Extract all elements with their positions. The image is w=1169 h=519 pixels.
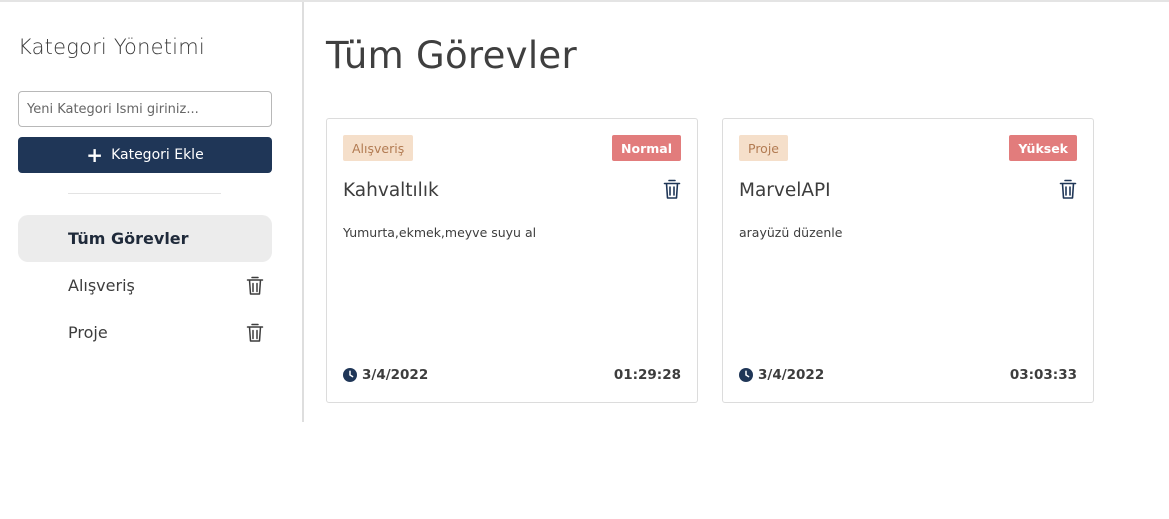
sidebar-item-all-tasks[interactable]: Tüm Görevler [18,215,272,262]
new-category-input[interactable] [18,91,272,127]
task-description: arayüzü düzenle [739,225,843,240]
task-card[interactable]: Alışveriş Normal Kahvaltılık Yumurta,ekm… [326,118,698,403]
plus-icon: + [86,143,104,167]
category-badge: Proje [739,135,788,161]
task-time: 01:29:28 [613,367,681,383]
task-title: MarvelAPI [739,180,831,201]
sidebar-title: Kategori Yönetimi [18,35,205,59]
task-date: 3/4/2022 [739,367,824,383]
task-time: 03:03:33 [1009,367,1077,383]
category-sidebar: Kategori Yönetimi + Kategori Ekle Tüm Gö… [0,2,304,422]
sidebar-item-project[interactable]: Proje [18,309,272,356]
trash-icon[interactable] [1059,179,1077,200]
add-category-label: Kategori Ekle [111,147,204,163]
task-date: 3/4/2022 [343,367,428,383]
task-date-text: 3/4/2022 [758,367,825,383]
page-title: Tüm Görevler [326,34,578,77]
sidebar-item-label: Tüm Görevler [68,229,189,248]
task-description: Yumurta,ekmek,meyve suyu al [343,225,537,240]
trash-icon[interactable] [663,179,681,200]
sidebar-item-label: Proje [68,323,108,342]
clock-icon [739,368,753,382]
task-title: Kahvaltılık [343,180,439,201]
add-category-button[interactable]: + Kategori Ekle [18,137,272,173]
trash-icon[interactable] [246,276,264,296]
priority-badge: Normal [612,135,681,161]
sidebar-item-shopping[interactable]: Alışveriş [18,262,272,309]
task-card[interactable]: Proje Yüksek MarvelAPI arayüzü düzenle 3… [722,118,1094,403]
clock-icon [343,368,357,382]
sidebar-divider [68,193,221,194]
trash-icon[interactable] [246,323,264,343]
sidebar-item-label: Alışveriş [68,276,135,295]
category-badge: Alışveriş [343,135,414,161]
priority-badge: Yüksek [1009,135,1077,161]
task-date-text: 3/4/2022 [362,367,429,383]
